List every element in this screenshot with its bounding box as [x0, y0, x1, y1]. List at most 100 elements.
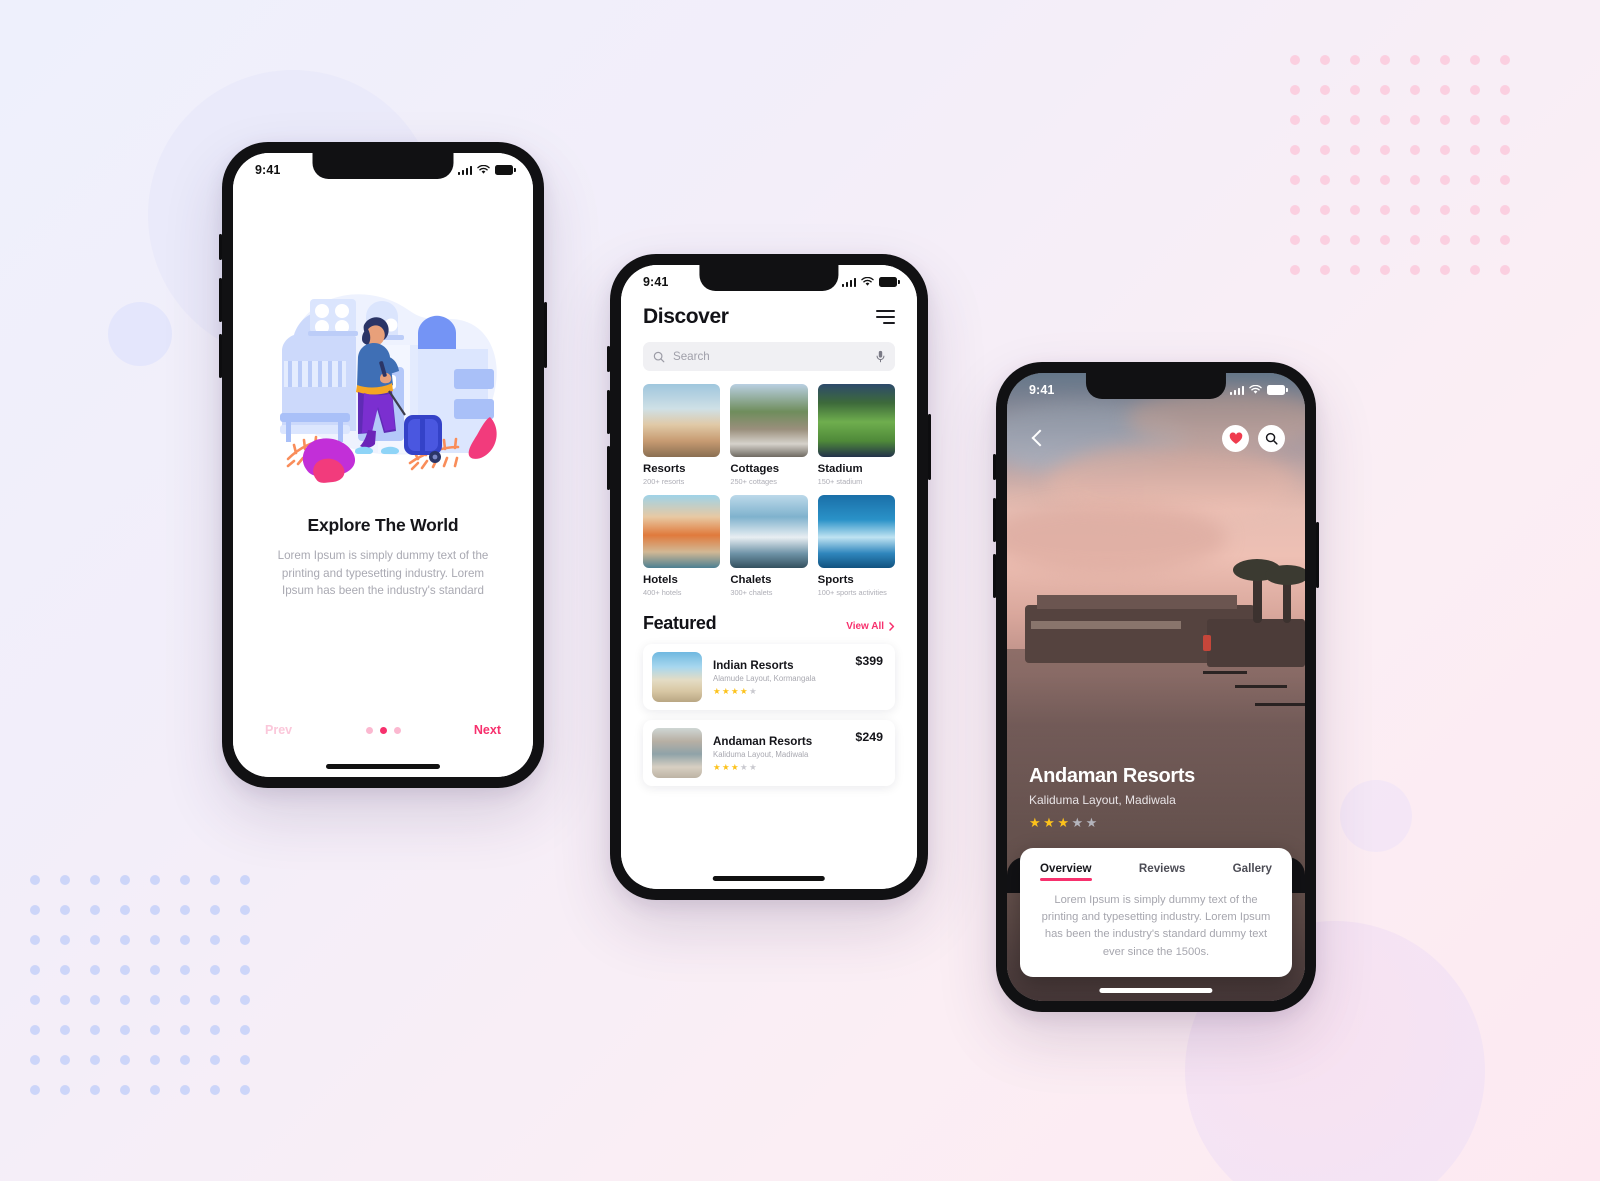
decor-dot	[30, 1055, 40, 1065]
volume-down-button[interactable]	[993, 554, 996, 598]
mute-switch[interactable]	[219, 234, 222, 260]
onboarding-illustration	[233, 271, 533, 499]
featured-title: Featured	[643, 613, 717, 633]
search-icon	[1265, 432, 1278, 445]
pager-dot[interactable]	[393, 726, 401, 734]
featured-thumbnail	[652, 728, 702, 778]
hamburger-menu-icon[interactable]	[876, 310, 895, 324]
resort-name: Andaman Resorts	[1029, 765, 1195, 787]
decor-dot	[120, 995, 130, 1005]
category-card[interactable]: Hotels 400+ hotels	[643, 495, 721, 597]
view-all-label: View All	[846, 621, 884, 632]
decor-dot	[210, 905, 220, 915]
power-button[interactable]	[544, 302, 547, 368]
tab-overview[interactable]: Overview	[1040, 862, 1092, 881]
featured-card[interactable]: Indian Resorts Alamude Layout, Kormangala…	[643, 644, 895, 710]
star-icon: ★	[722, 762, 730, 773]
decor-dot	[1290, 175, 1300, 185]
decor-dot	[1380, 175, 1390, 185]
decor-dot	[1290, 265, 1300, 275]
featured-card[interactable]: Andaman Resorts Kaliduma Layout, Madiwala…	[643, 720, 895, 786]
star-icon: ★	[1057, 815, 1069, 830]
next-button[interactable]: Next	[474, 723, 501, 737]
wifi-icon	[861, 277, 874, 286]
back-button[interactable]	[1027, 428, 1049, 450]
decor-dot	[1410, 55, 1420, 65]
onboarding-pager[interactable]	[365, 726, 401, 734]
category-card[interactable]: Resorts 200+ resorts	[643, 384, 721, 486]
category-grid: Resorts 200+ resorts Cottages 250+ cottages…	[621, 371, 917, 597]
decor-dot	[180, 1055, 190, 1065]
home-indicator[interactable]	[326, 764, 440, 769]
decor-dot	[210, 935, 220, 945]
detail-meta: Andaman Resorts Kaliduma Layout, Madiwal…	[1029, 765, 1283, 831]
detail-topbar	[1007, 425, 1305, 452]
decor-dot	[1290, 85, 1300, 95]
star-icon: ★	[731, 686, 739, 697]
tab-gallery[interactable]: Gallery	[1233, 862, 1272, 881]
favorite-button[interactable]	[1222, 425, 1249, 452]
volume-down-button[interactable]	[607, 446, 610, 490]
decor-dot	[1440, 85, 1450, 95]
phone-discover: 9:41 Discover Search Resorts 200+ resort…	[607, 254, 931, 900]
cellular-signal-icon	[841, 277, 856, 287]
home-indicator[interactable]	[1099, 988, 1213, 993]
decor-dot	[90, 1055, 100, 1065]
decor-dot	[30, 995, 40, 1005]
volume-up-button[interactable]	[219, 278, 222, 322]
decor-dot	[1380, 235, 1390, 245]
category-name: Cottages	[730, 463, 780, 475]
mute-switch[interactable]	[993, 454, 996, 480]
decor-dot	[120, 965, 130, 975]
category-card[interactable]: Chalets 300+ chalets	[730, 495, 808, 597]
tab-reviews[interactable]: Reviews	[1139, 862, 1185, 881]
view-all-button[interactable]: View All	[846, 621, 895, 632]
search-input[interactable]: Search	[643, 342, 895, 371]
cellular-signal-icon	[457, 165, 472, 175]
star-icon: ★	[740, 686, 748, 697]
category-card[interactable]: Stadium 150+ stadium	[817, 384, 895, 486]
decor-dot	[1470, 265, 1480, 275]
decor-dot	[30, 965, 40, 975]
pager-dot[interactable]	[379, 726, 387, 734]
category-card[interactable]: Cottages 250+ cottages	[730, 384, 808, 486]
decor-dot	[1500, 265, 1510, 275]
home-indicator[interactable]	[712, 876, 826, 881]
decor-dot	[1500, 145, 1510, 155]
decor-dot	[1410, 85, 1420, 95]
decor-dot	[60, 1055, 70, 1065]
decor-dot	[30, 905, 40, 915]
status-time: 9:41	[255, 163, 281, 177]
decor-dot	[1500, 55, 1510, 65]
category-name: Sports	[817, 574, 854, 586]
decor-dot	[210, 965, 220, 975]
featured-thumbnail	[652, 652, 702, 702]
decor-dot	[1440, 265, 1450, 275]
heart-icon	[1229, 432, 1242, 444]
decor-dot	[1440, 235, 1450, 245]
decor-dot	[90, 905, 100, 915]
decor-dot	[30, 935, 40, 945]
volume-up-button[interactable]	[607, 390, 610, 434]
volume-down-button[interactable]	[219, 334, 222, 378]
category-card[interactable]: Sports 100+ sports activities	[817, 495, 895, 597]
power-button[interactable]	[1316, 522, 1319, 588]
notch	[312, 153, 454, 179]
microphone-icon[interactable]	[876, 350, 885, 363]
search-button[interactable]	[1258, 425, 1285, 452]
decor-dot	[60, 905, 70, 915]
mute-switch[interactable]	[607, 346, 610, 372]
decor-dot	[1410, 115, 1420, 125]
overview-text: Lorem Ipsum is simply dummy text of the …	[1041, 893, 1271, 958]
pager-dot[interactable]	[365, 726, 373, 734]
decor-dot	[150, 965, 160, 975]
wifi-icon	[477, 165, 490, 174]
decor-dot	[60, 935, 70, 945]
power-button[interactable]	[928, 414, 931, 480]
decor-dot	[60, 1085, 70, 1095]
decor-dot	[1500, 205, 1510, 215]
decor-dot	[1350, 235, 1360, 245]
volume-up-button[interactable]	[993, 498, 996, 542]
decor-dot	[1470, 55, 1480, 65]
prev-button[interactable]: Prev	[265, 723, 292, 737]
